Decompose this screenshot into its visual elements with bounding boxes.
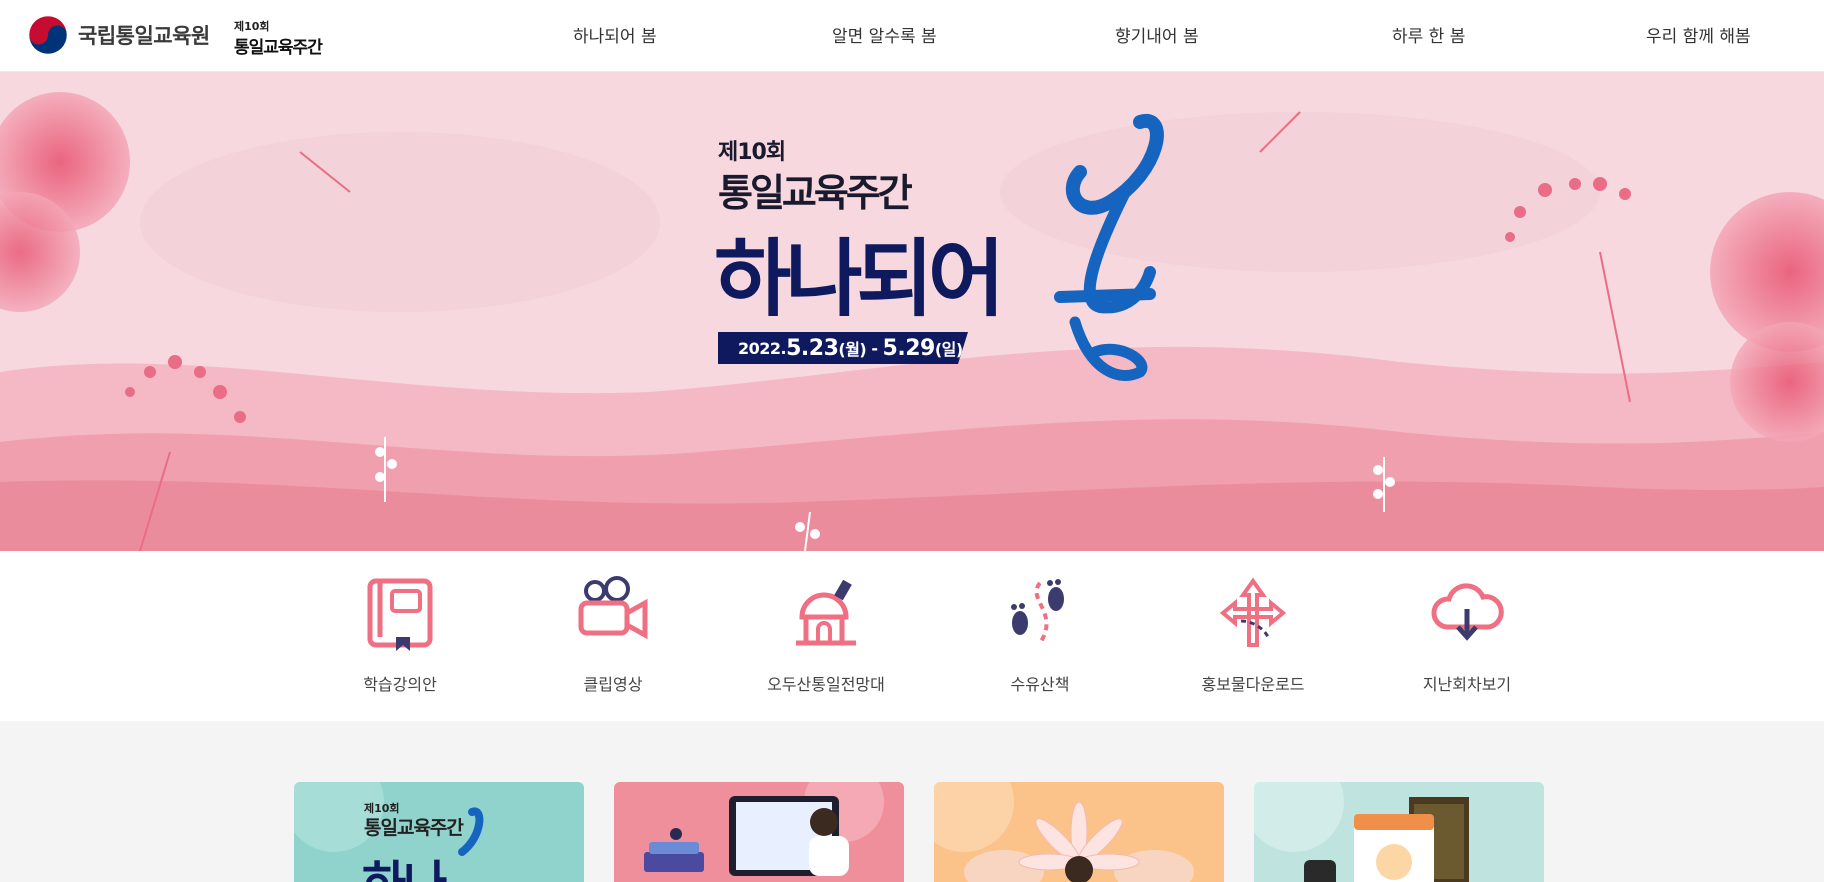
quick-item-label: 지난회차보기 [1422,675,1512,694]
content-cards: 제10회 통일교육주간 하나 [0,721,1824,882]
directions-arrows-icon [1219,577,1287,647]
card-main-title: 하나 [362,844,447,882]
book-icon [367,578,433,651]
quick-item-clip-video[interactable]: 클립영상 [533,573,693,695]
quick-item-lesson-plan[interactable]: 학습강의안 [320,573,480,695]
quick-item-walk[interactable]: 수유산책 [960,573,1120,695]
nav-item-4[interactable]: 하루 한 봄 [1392,22,1465,47]
quick-item-label: 홍보물다운로드 [1201,675,1305,694]
nav-item-1[interactable]: 하나되어 봄 [573,22,657,47]
site-logo[interactable]: 국립통일교육원 [28,14,210,56]
laptop-illustration-icon [644,782,884,876]
card-calendar[interactable] [1254,782,1544,882]
hero-date-badge: 2022. 5.23 (월) - 5.29 (일) [718,332,968,364]
nav-item-3[interactable]: 향기내어 봄 [1115,22,1199,47]
date-separator: - [866,338,883,358]
date-start: 5.23 [786,335,839,361]
quick-item-label: 오두산통일전망대 [767,675,885,694]
site-header: 국립통일교육원 제10회 통일교육주간 하나되어 봄 알면 알수록 봄 향기내어… [0,0,1824,72]
sub-logo-title: 통일교육주간 [234,38,323,58]
calendar-illustration-icon [1254,782,1469,882]
logo-text: 국립통일교육원 [78,24,210,48]
date-end-day: (일) [934,340,963,359]
quick-item-download[interactable]: 홍보물다운로드 [1173,573,1333,695]
card-week-title: 통일교육주간 [364,817,464,839]
cloud-download-icon [1431,583,1504,641]
card-main-event[interactable]: 제10회 통일교육주간 하나 [294,782,584,882]
quick-item-label: 학습강의안 [363,675,437,694]
quick-item-observatory[interactable]: 오두산통일전망대 [746,573,906,695]
taegeuk-emblem-icon [28,15,68,55]
flower-hands-illustration-icon [934,782,1194,882]
quick-item-label: 수유산책 [1010,675,1070,694]
observatory-icon [796,579,856,646]
footprints-icon [1011,579,1064,645]
nav-item-5[interactable]: 우리 함께 해봄 [1646,22,1751,47]
card-flower-hands[interactable] [934,782,1224,882]
quick-item-past-editions[interactable]: 지난회차보기 [1387,573,1547,695]
event-sub-logo[interactable]: 제10회 통일교육주간 [234,18,324,58]
date-year: 2022. [738,338,787,358]
quick-item-label: 클립영상 [583,675,643,694]
nav-item-2[interactable]: 알면 알수록 봄 [832,22,937,47]
hero-week-title: 통일교육주간 [718,171,913,215]
date-end: 5.29 [882,335,936,361]
card-online-lecture[interactable] [614,782,904,882]
video-camera-icon [578,576,648,640]
sub-logo-edition: 제10회 [234,20,270,33]
quick-menu: 학습강의안 클립영상 오두산통일전망대 수유산책 홍보물다운로드 지난회차보기 [0,551,1824,721]
hero-main-title: 하나되어 [714,230,1005,328]
hero-banner[interactable]: 제10회 통일교육주간 하나되어 2022. 5.23 (월) - 5.29 (… [0,72,1824,551]
date-start-day: (월) [838,340,867,359]
